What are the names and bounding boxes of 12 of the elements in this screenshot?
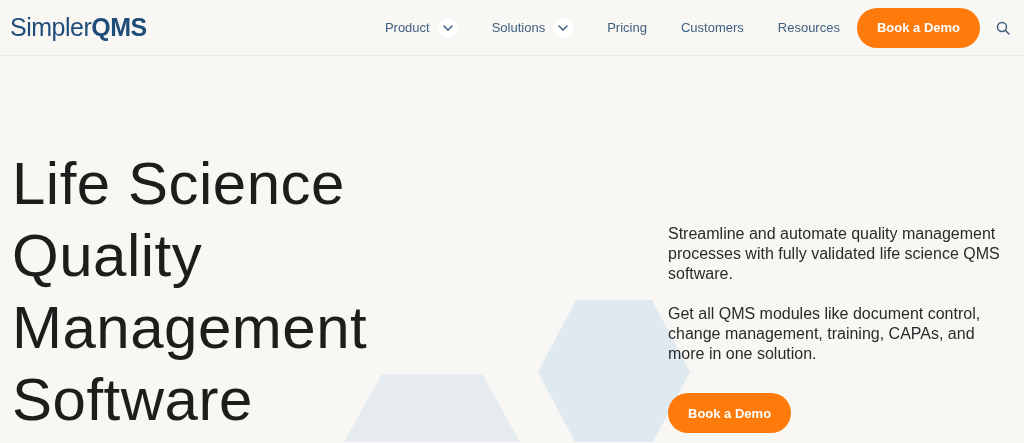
nav-link[interactable]: Pricing [590, 20, 664, 35]
nav-link[interactable]: Resources [760, 20, 857, 35]
nav-link[interactable]: Product [367, 17, 475, 38]
chevron-down-icon [558, 24, 569, 31]
nav-link[interactable]: Customers [663, 20, 761, 35]
chevron-down-icon [442, 24, 453, 31]
hero-description: Streamline and automate quality management processes with fully validated life science QMS software. [668, 224, 1001, 284]
logo[interactable]: SimplerQMS [10, 13, 147, 42]
hero-title: Life Science Quality Management Software [12, 149, 368, 435]
hero-description: Get all QMS modules like document control, change management, training, CAPAs, and more in one solution. [668, 304, 982, 364]
nav-link[interactable]: Solutions [474, 17, 591, 38]
search-icon[interactable] [996, 20, 1010, 35]
